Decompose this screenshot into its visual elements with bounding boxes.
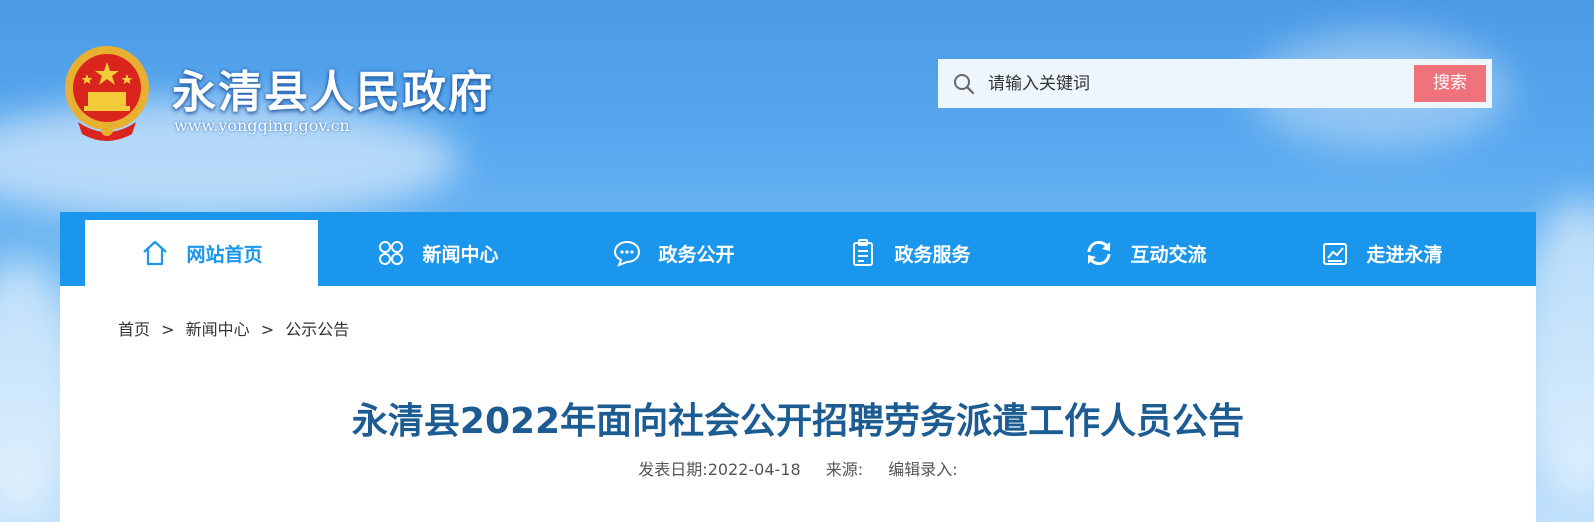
grid-icon (379, 241, 404, 265)
nav-label: 走进永清 (1366, 243, 1443, 266)
editor-label: 编辑录入: (888, 460, 958, 479)
nav-label: 网站首页 (186, 243, 263, 266)
nav-item-gov-affairs[interactable]: 政务公开 (557, 220, 790, 286)
chat-icon (614, 240, 641, 267)
site-header: 永清县人民政府 www.yongqing.gov.cn 搜索 (0, 0, 1594, 215)
article-title: 永清县2022年面向社会公开招聘劳务派遣工作人员公告 (351, 401, 1245, 442)
search-button[interactable]: 搜索 (1414, 65, 1486, 102)
nav-label: 政务公开 (658, 243, 735, 266)
article-meta: 发表日期:2022-04-18 来源: 编辑录入: (60, 456, 1536, 480)
nav-item-home[interactable]: 网站首页 (85, 220, 318, 286)
site-url[interactable]: www.yongqing.gov.cn (174, 116, 350, 135)
content-panel: 首页 > 新闻中心 > 公示公告 永清县2022年面向社会公开招聘劳务派遣工作人… (60, 286, 1536, 522)
site-title[interactable]: 永清县人民政府 (172, 56, 494, 120)
nav-item-about[interactable]: 走进永清 (1265, 220, 1498, 286)
breadcrumb-separator: > (260, 320, 275, 339)
national-emblem-icon (65, 46, 149, 141)
refresh-icon (1087, 240, 1111, 266)
breadcrumb-home[interactable]: 首页 (118, 320, 150, 339)
search-box: 搜索 (938, 59, 1492, 108)
breadcrumb-notices[interactable]: 公示公告 (285, 320, 349, 339)
nav-label: 政务服务 (894, 243, 971, 266)
nav-label: 互动交流 (1130, 243, 1207, 266)
breadcrumb-separator: > (161, 320, 175, 339)
breadcrumb: 首页 > 新闻中心 > 公示公告 (118, 316, 349, 340)
nav-label: 新闻中心 (422, 243, 499, 266)
source-label: 来源: (825, 460, 864, 479)
clipboard-icon (853, 239, 874, 266)
nav-item-gov-services[interactable]: 政务服务 (793, 220, 1026, 286)
nav-item-news[interactable]: 新闻中心 (321, 220, 554, 286)
breadcrumb-news[interactable]: 新闻中心 (186, 320, 250, 339)
home-icon (143, 240, 168, 266)
main-nav: 网站首页 新闻中心 政务公开 政务服务 互动交流 走进永清 (60, 212, 1536, 286)
nav-item-interaction[interactable]: 互动交流 (1029, 220, 1262, 286)
chart-icon (1323, 243, 1348, 265)
publish-date: 发表日期:2022-04-18 (638, 460, 801, 479)
search-input[interactable] (986, 69, 1350, 99)
search-icon[interactable] (952, 72, 976, 96)
